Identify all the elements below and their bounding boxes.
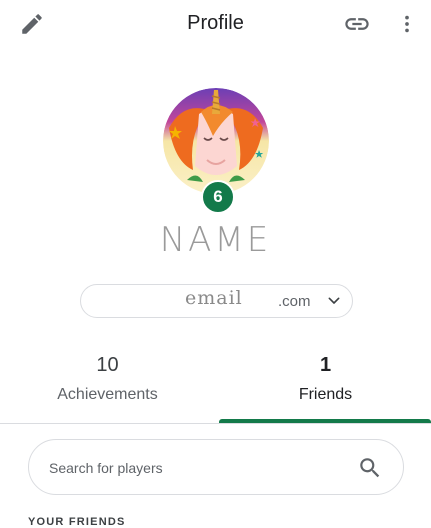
account-email-domain: .com [278,293,311,310]
copy-link-button[interactable] [342,10,372,38]
avatar[interactable] [163,88,269,194]
tab-achievements-label: Achievements [57,386,158,403]
tab-friends-label: Friends [298,386,353,403]
more-options-button[interactable] [396,10,418,38]
link-icon [345,18,369,30]
level-badge: 6 [201,180,235,214]
tab-friends[interactable]: 1 Friends [218,350,431,404]
section-heading: YOUR FRIENDS [28,516,126,528]
friends-count: 1 [319,354,332,376]
search-input[interactable] [47,455,351,481]
player-search-box[interactable] [28,439,404,495]
app-bar: Profile [0,0,431,46]
more-vert-icon [405,15,409,33]
tab-achievements[interactable]: 10 Achievements [0,350,215,404]
account-selector[interactable]: email .com [80,284,353,318]
search-icon[interactable] [357,455,383,481]
player-name: NAME [159,220,272,260]
achievements-count: 10 [96,354,119,376]
tab-divider [0,423,431,424]
account-email-name: email [185,287,243,309]
chevron-down-icon [328,297,340,304]
unicorn-avatar-icon [163,88,269,194]
